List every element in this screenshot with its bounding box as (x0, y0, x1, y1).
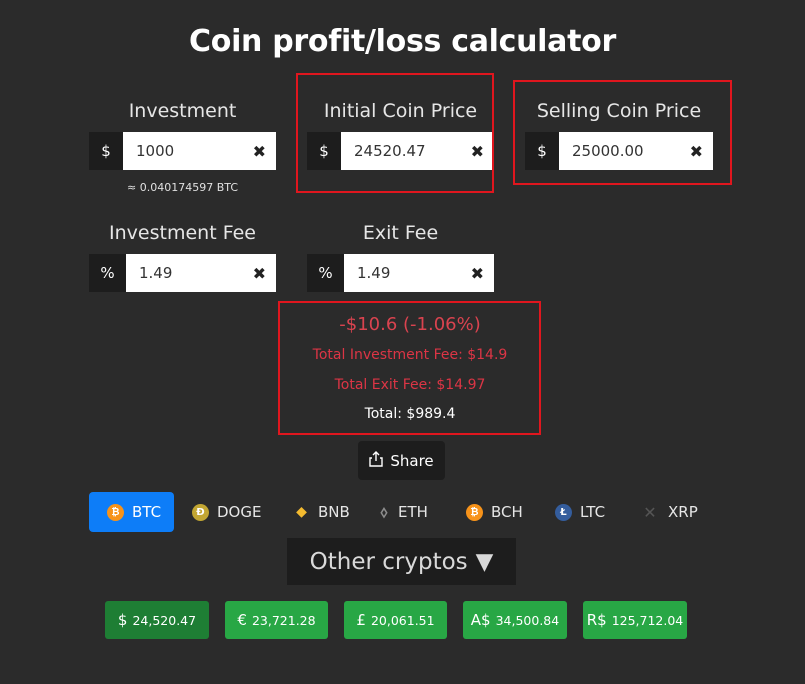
investment-fee-field: Investment Fee % 1.49 ✖ (89, 220, 276, 292)
percent-prefix: % (307, 254, 344, 292)
coin-tab-bch[interactable]: ₿ BCH (466, 492, 523, 532)
investment-fee-input-group: % 1.49 ✖ (89, 254, 276, 292)
highlight-box-selling-price (513, 80, 732, 185)
currency-symbol: A$ (470, 611, 491, 629)
other-cryptos-label: Other cryptos (309, 548, 468, 575)
exit-fee-value: 1.49 (357, 264, 391, 282)
coin-label: BCH (491, 503, 523, 521)
investment-field: Investment $ 1000 ✖ ≈ 0.040174597 BTC (89, 98, 276, 198)
coin-tab-ltc[interactable]: Ł LTC (555, 492, 605, 532)
chevron-down-icon: ▼ (475, 548, 494, 575)
investment-value: 1000 (136, 142, 175, 160)
exit-fee-input[interactable]: 1.49 ✖ (344, 254, 494, 292)
coin-label: XRP (668, 503, 698, 521)
highlight-box-result (278, 301, 541, 435)
dogecoin-icon: Ð (192, 503, 209, 521)
investment-label: Investment (128, 100, 237, 122)
exit-fee-field: Exit Fee % 1.49 ✖ (307, 220, 494, 292)
litecoin-icon: Ł (555, 503, 572, 521)
price-value: 34,500.84 (495, 612, 560, 628)
clear-investment-icon[interactable]: ✖ (253, 132, 266, 170)
coin-tab-xrp[interactable]: ✕ XRP (640, 492, 698, 532)
bitcoin-icon: ₿ (107, 503, 124, 521)
coin-tab-doge[interactable]: Ð DOGE (192, 492, 261, 532)
price-value: 20,061.51 (370, 612, 435, 628)
price-eur-button[interactable]: € 23,721.28 (225, 601, 328, 639)
exit-fee-label: Exit Fee (362, 222, 439, 244)
clear-investment-fee-icon[interactable]: ✖ (253, 254, 266, 292)
coin-tab-eth[interactable]: ⬨ ETH (378, 492, 428, 532)
dollar-prefix: $ (89, 132, 123, 170)
investment-input-group: $ 1000 ✖ (89, 132, 276, 170)
coin-tab-btc[interactable]: ₿ BTC (89, 492, 174, 532)
investment-fee-input[interactable]: 1.49 ✖ (126, 254, 276, 292)
investment-input[interactable]: 1000 ✖ (123, 132, 276, 170)
clear-exit-fee-icon[interactable]: ✖ (471, 254, 484, 292)
ethereum-icon: ⬨ (380, 502, 388, 521)
page-title: Coin profit/loss calculator (189, 24, 616, 59)
currency-symbol: € (237, 611, 247, 629)
percent-prefix: % (89, 254, 126, 292)
currency-symbol: £ (356, 611, 366, 629)
price-gbp-button[interactable]: £ 20,061.51 (344, 601, 447, 639)
other-cryptos-dropdown[interactable]: Other cryptos ▼ (287, 538, 516, 585)
investment-fee-label: Investment Fee (109, 222, 256, 244)
coin-label: BNB (318, 503, 350, 521)
price-aud-button[interactable]: A$ 34,500.84 (463, 601, 567, 639)
btc-equivalent: ≈ 0.040174597 BTC (127, 181, 238, 194)
highlight-box-initial-price (296, 73, 494, 193)
coin-label: BTC (132, 503, 162, 521)
currency-symbol: R$ (586, 611, 607, 629)
exit-fee-input-group: % 1.49 ✖ (307, 254, 494, 292)
price-value: 23,721.28 (251, 612, 316, 628)
investment-fee-value: 1.49 (139, 264, 173, 282)
coin-label: LTC (580, 503, 606, 521)
coin-label: ETH (398, 503, 428, 521)
share-icon (369, 450, 384, 471)
xrp-icon: ✕ (643, 502, 657, 522)
share-label: Share (390, 451, 434, 470)
share-button[interactable]: Share (358, 441, 445, 480)
coin-tab-bnb[interactable]: ◆ BNB (293, 492, 350, 532)
bitcoin-cash-icon: ₿ (466, 503, 483, 521)
currency-symbol: $ (117, 611, 128, 629)
binance-icon: ◆ (296, 504, 307, 520)
price-value: 24,520.47 (132, 612, 197, 628)
price-brl-button[interactable]: R$ 125,712.04 (583, 601, 687, 639)
coin-label: DOGE (217, 503, 262, 521)
price-value: 125,712.04 (611, 612, 684, 628)
price-usd-button[interactable]: $ 24,520.47 (105, 601, 209, 639)
